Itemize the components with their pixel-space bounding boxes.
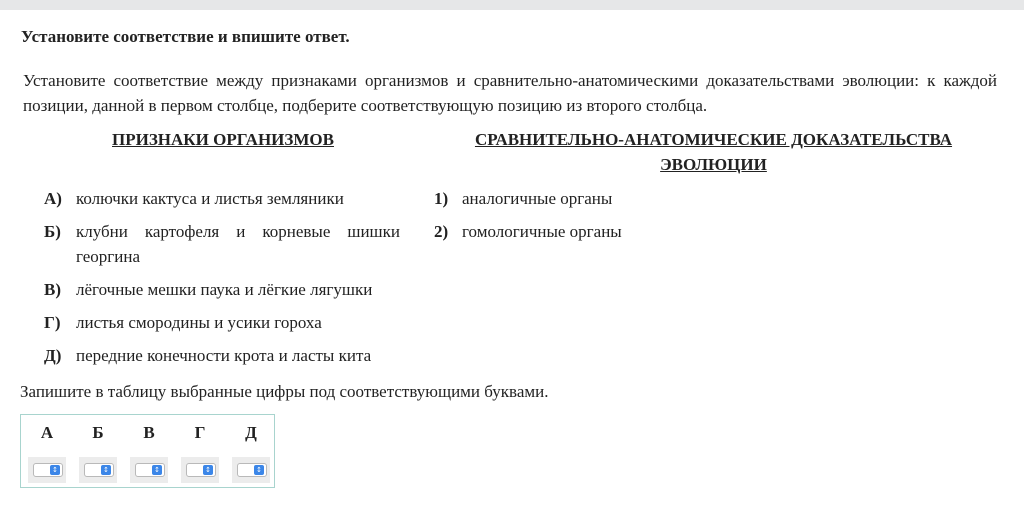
answer-header-v: В: [143, 423, 155, 442]
right-item-text: аналогичные органы: [462, 189, 613, 208]
up-down-chevron-icon: ↕: [50, 465, 60, 475]
answer-select-d[interactable]: ↕: [237, 463, 267, 477]
up-down-chevron-icon: ↕: [101, 465, 111, 475]
answer-header-g: Г: [194, 423, 206, 442]
right-item-text: гомологичные органы: [462, 222, 622, 241]
up-down-chevron-icon: ↕: [152, 465, 162, 475]
instruction-title: Установите соответствие и впишите ответ.: [21, 27, 350, 46]
answer-table: А Б В Г Д ↕ ↕ ↕ ↕ ↕: [20, 414, 275, 488]
answer-cell-b: ↕: [79, 457, 117, 483]
left-item-letter: В): [44, 280, 61, 299]
left-item-text: передние конечности крота и ласты кита: [76, 346, 372, 365]
footer-instruction: Запишите в таблицу выбранные цифры под с…: [20, 382, 549, 401]
left-item-letter: Г): [44, 313, 61, 332]
answer-select-v[interactable]: ↕: [135, 463, 165, 477]
right-item-number: 2): [434, 222, 449, 241]
top-bar: [0, 0, 1024, 10]
left-item-text: клубни картофеля и корневые шишки георги…: [76, 222, 400, 266]
left-column-header: ПРИЗНАКИ ОРГАНИЗМОВ: [112, 130, 334, 149]
right-item-number: 1): [434, 189, 449, 208]
up-down-chevron-icon: ↕: [203, 465, 213, 475]
answer-select-g[interactable]: ↕: [186, 463, 216, 477]
answer-header-d: Д: [245, 423, 257, 442]
answer-select-a[interactable]: ↕: [33, 463, 63, 477]
left-item-letter: Б): [44, 222, 61, 241]
left-item-letter: А): [44, 189, 62, 208]
up-down-chevron-icon: ↕: [254, 465, 264, 475]
left-item-text: листья смородины и усики гороха: [76, 313, 322, 332]
task-text: Установите соответствие между признаками…: [23, 71, 997, 115]
left-item-text: лёгочные мешки паука и лёгкие лягушки: [76, 280, 373, 299]
answer-header-b: Б: [92, 423, 104, 442]
left-item-text: колючки кактуса и листья земляники: [76, 189, 344, 208]
answer-cell-a: ↕: [28, 457, 66, 483]
answer-cell-d: ↕: [232, 457, 270, 483]
left-item-letter: Д): [44, 346, 62, 365]
answer-select-b[interactable]: ↕: [84, 463, 114, 477]
right-column-header: СРАВНИТЕЛЬНО-АНАТОМИЧЕСКИЕ ДОКАЗАТЕЛЬСТВ…: [474, 130, 953, 174]
answer-cell-v: ↕: [130, 457, 168, 483]
answer-cell-g: ↕: [181, 457, 219, 483]
answer-header-a: А: [40, 423, 54, 442]
